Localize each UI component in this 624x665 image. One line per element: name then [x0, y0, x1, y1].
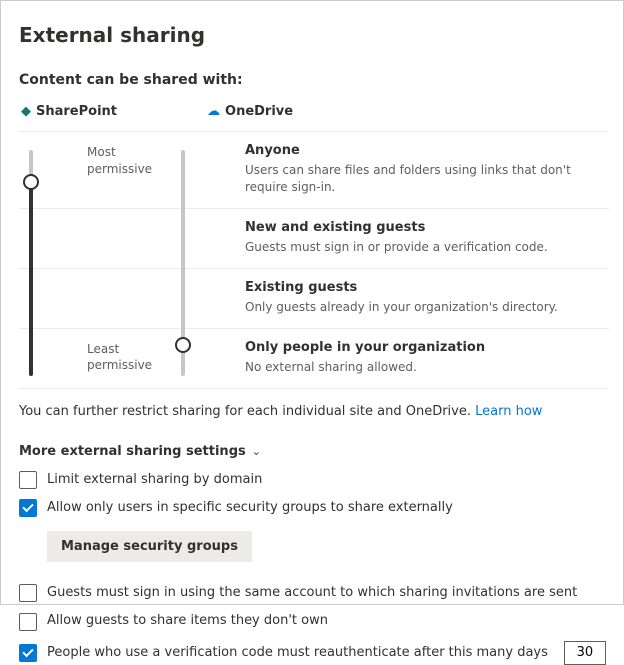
share-not-own-checkbox[interactable]: [19, 613, 37, 631]
option-anyone-desc: Users can share files and folders using …: [245, 162, 609, 196]
restrict-note-text: You can further restrict sharing for eac…: [19, 404, 471, 419]
reauth-days-checkbox[interactable]: [19, 644, 37, 662]
same-account-checkbox[interactable]: [19, 584, 37, 602]
option-existing-guests-title: Existing guests: [245, 279, 609, 297]
onedrive-slider-track[interactable]: [181, 150, 185, 212]
option-org-only-desc: No external sharing allowed.: [245, 359, 609, 376]
reauth-days-label: People who use a verification code must …: [47, 644, 548, 662]
reauth-days-input[interactable]: [564, 641, 606, 665]
option-anyone-title: Anyone: [245, 142, 609, 160]
security-groups-label: Allow only users in specific security gr…: [47, 499, 453, 517]
learn-how-link[interactable]: Learn how: [475, 404, 542, 419]
option-new-guests-title: New and existing guests: [245, 219, 609, 237]
limit-domain-label: Limit external sharing by domain: [47, 471, 262, 489]
option-org-only-title: Only people in your organization: [245, 339, 609, 357]
sharepoint-label: ◆ SharePoint: [21, 103, 117, 121]
onedrive-slider-handle[interactable]: [175, 337, 191, 353]
security-groups-checkbox[interactable]: [19, 499, 37, 517]
chevron-down-icon: ⌄: [252, 444, 261, 459]
sharepoint-icon: ◆: [21, 103, 31, 121]
page-title: External sharing: [19, 21, 609, 49]
onedrive-icon: ☁: [207, 103, 220, 121]
limit-domain-checkbox[interactable]: [19, 471, 37, 489]
more-settings-label: More external sharing settings: [19, 443, 246, 461]
sharepoint-text: SharePoint: [36, 103, 117, 121]
scale-least-permissive: Least permissive: [87, 328, 179, 389]
sharepoint-slider-handle[interactable]: [23, 174, 39, 190]
same-account-label: Guests must sign in using the same accou…: [47, 584, 577, 602]
option-existing-guests-desc: Only guests already in your organization…: [245, 299, 609, 316]
content-shared-with-label: Content can be shared with:: [19, 71, 609, 91]
onedrive-label: ☁ OneDrive: [207, 103, 293, 121]
more-settings-toggle[interactable]: More external sharing settings ⌄: [19, 443, 609, 461]
share-not-own-label: Allow guests to share items they don't o…: [47, 612, 328, 630]
onedrive-text: OneDrive: [225, 103, 293, 121]
option-new-guests-desc: Guests must sign in or provide a verific…: [245, 239, 609, 256]
scale-most-permissive: Most permissive: [87, 131, 179, 208]
manage-security-groups-button[interactable]: Manage security groups: [47, 531, 252, 562]
